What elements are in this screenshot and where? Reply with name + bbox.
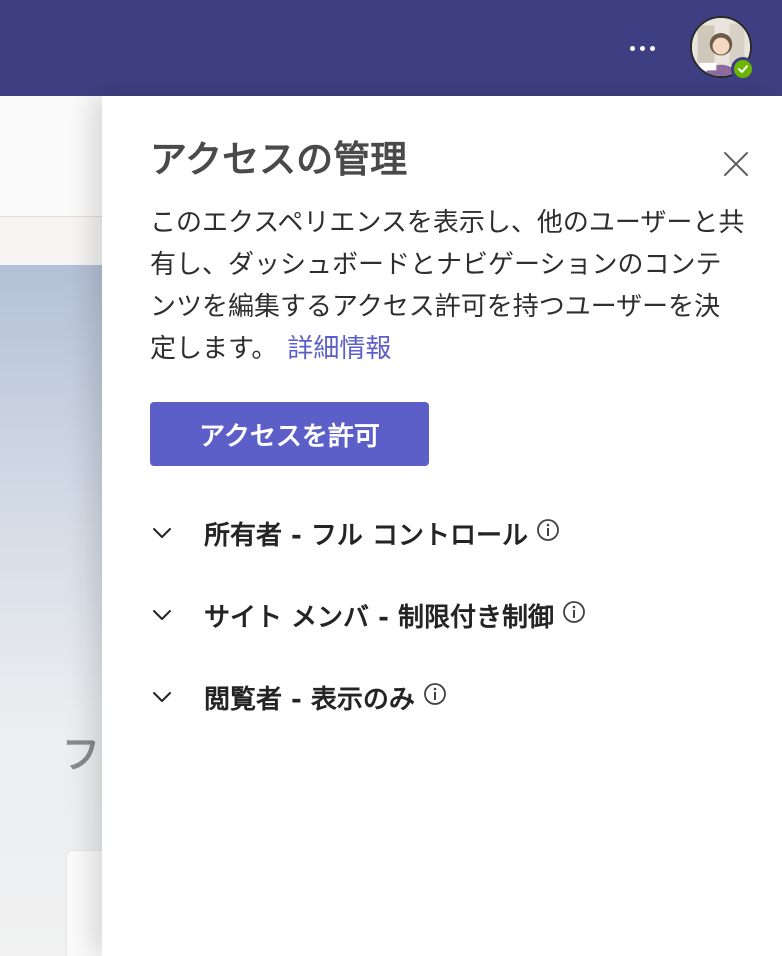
close-button[interactable] (718, 146, 754, 182)
available-check-icon (738, 65, 748, 73)
description-text: このエクスペリエンスを表示し、他のユーザーと共有し、ダッシュボードとナビゲーショ… (150, 208, 745, 364)
learn-more-link[interactable]: 詳細情報 (287, 334, 391, 364)
more-horizontal-icon (629, 45, 635, 51)
background-command-bar (0, 217, 104, 265)
top-app-bar (0, 0, 782, 96)
manage-access-panel: アクセスの管理 このエクスペリエンスを表示し、他のユーザーと共有し、ダッシュボー… (102, 96, 782, 956)
group-visitors-label: 閲覧者 - 表示のみ (204, 684, 415, 715)
grant-access-button[interactable]: アクセスを許可 (150, 402, 429, 466)
info-icon[interactable] (423, 682, 447, 706)
chevron-down-icon[interactable] (142, 677, 182, 717)
group-owners-label: 所有者 - フル コントロール (204, 520, 528, 551)
more-options-button[interactable] (618, 32, 666, 64)
group-site-members-label: サイト メンバ - 制限付き制御 (204, 602, 554, 633)
background-page: フ (0, 96, 104, 956)
background-header (0, 96, 104, 216)
chevron-down-icon[interactable] (142, 595, 182, 635)
group-site-members[interactable]: サイト メンバ - 制限付き制御 (142, 574, 742, 656)
info-icon[interactable] (536, 518, 560, 542)
panel-description: このエクスペリエンスを表示し、他のユーザーと共有し、ダッシュボードとナビゲーショ… (150, 202, 746, 370)
info-icon[interactable] (562, 600, 586, 624)
chevron-down-icon[interactable] (142, 513, 182, 553)
background-card (66, 850, 104, 956)
panel-title: アクセスの管理 (150, 138, 408, 181)
group-owners[interactable]: 所有者 - フル コントロール (142, 492, 742, 574)
close-icon (724, 152, 748, 176)
group-visitors[interactable]: 閲覧者 - 表示のみ (142, 656, 742, 738)
presence-status-badge (731, 57, 755, 81)
permission-groups: 所有者 - フル コントロール サイト メンバ - 制限付き制御 閲覧者 - 表… (142, 492, 742, 738)
background-partial-heading: フ (62, 733, 101, 777)
